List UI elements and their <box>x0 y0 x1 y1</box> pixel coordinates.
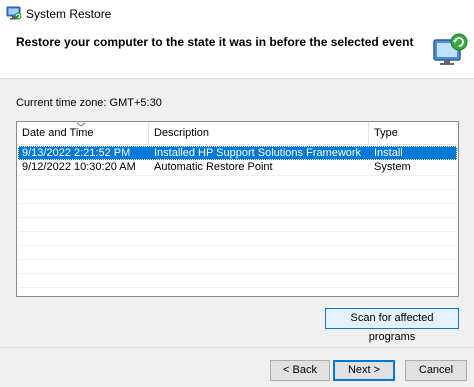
table-row[interactable]: 9/13/2022 2:21:52 PM Installed HP Suppor… <box>18 146 457 160</box>
wizard-header: Restore your computer to the state it wa… <box>0 30 474 79</box>
column-type[interactable]: Type <box>369 122 458 144</box>
title-bar: System Restore <box>0 0 474 30</box>
page-title: Restore your computer to the state it wa… <box>16 35 414 49</box>
restore-points-list[interactable]: Date and Time Description Type 9/13/2022… <box>16 121 459 297</box>
row-type: System <box>374 161 411 173</box>
grid-line <box>18 189 457 190</box>
row-type: Install <box>374 147 403 159</box>
grid-line <box>18 217 457 218</box>
row-date: 9/12/2022 10:30:20 AM <box>22 161 136 173</box>
row-description: Automatic Restore Point <box>154 161 273 173</box>
grid-line <box>18 287 457 288</box>
column-label: Description <box>154 127 210 139</box>
column-label: Date and Time <box>22 127 94 139</box>
column-description[interactable]: Description <box>149 122 369 144</box>
row-date: 9/13/2022 2:21:52 PM <box>22 147 131 159</box>
grid-line <box>18 245 457 246</box>
timezone-label: Current time zone: GMT+5:30 <box>16 97 162 109</box>
grid-line <box>18 259 457 260</box>
scan-affected-programs-button[interactable]: Scan for affected programs <box>325 308 459 343</box>
grid-line <box>18 203 457 204</box>
grid-line <box>18 175 457 176</box>
monitor-restore-icon <box>433 33 468 65</box>
back-button[interactable]: < Back <box>270 360 330 381</box>
grid-line <box>18 231 457 232</box>
system-restore-icon <box>6 6 22 20</box>
list-header: Date and Time Description Type <box>17 122 458 145</box>
column-date-time[interactable]: Date and Time <box>17 122 149 144</box>
divider <box>0 347 474 348</box>
grid-line <box>18 273 457 274</box>
window-title: System Restore <box>26 7 112 21</box>
column-label: Type <box>374 127 398 139</box>
row-description: Installed HP Support Solutions Framework <box>154 147 362 159</box>
cancel-button[interactable]: Cancel <box>405 360 467 381</box>
next-button[interactable]: Next > <box>333 360 395 381</box>
sort-chevron-icon <box>76 122 86 127</box>
table-row[interactable]: 9/12/2022 10:30:20 AM Automatic Restore … <box>18 160 457 174</box>
